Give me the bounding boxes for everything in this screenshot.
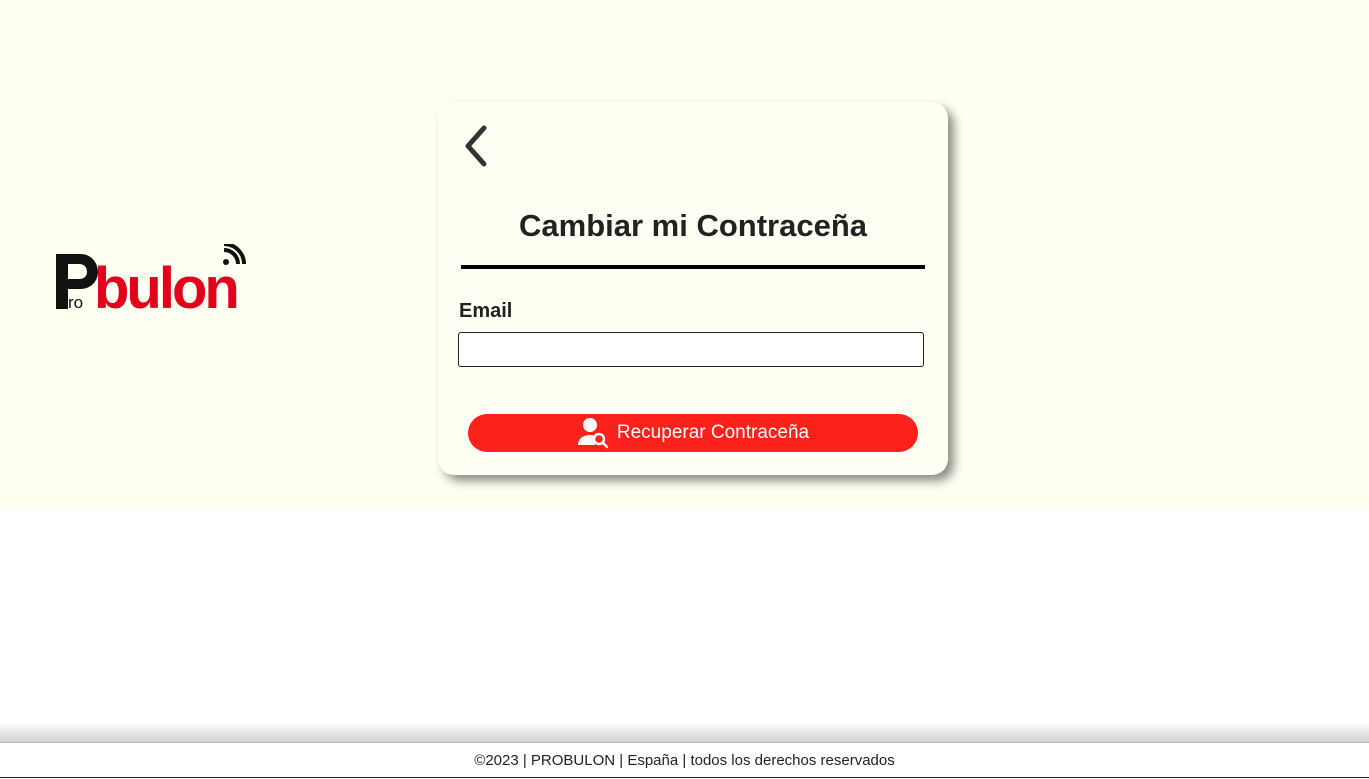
recover-password-button[interactable]: Recuperar Contraceña	[468, 414, 918, 452]
page-title: Cambiar mi Contraceña	[519, 208, 867, 243]
footer-shadow	[0, 722, 1369, 742]
recover-password-label: Recuperar Contraceña	[616, 422, 810, 443]
chevron-left-icon	[465, 125, 487, 167]
probulon-logo: ro bulon	[54, 242, 274, 321]
svg-text:bulon: bulon	[94, 256, 237, 312]
title-divider	[461, 265, 925, 269]
email-field[interactable]	[458, 332, 924, 367]
hero-section: ro bulon Cambiar mi Contraceña Email Rec…	[0, 0, 1369, 508]
change-password-card: Cambiar mi Contraceña Email Recuperar Co…	[438, 102, 948, 475]
email-label: Email	[459, 300, 513, 322]
svg-text:ro: ro	[68, 293, 83, 312]
footer-copyright: ©2023 | PROBULON | España | todos los de…	[474, 751, 895, 769]
user-search-icon	[577, 417, 609, 449]
back-button[interactable]	[458, 122, 494, 170]
footer: ©2023 | PROBULON | España | todos los de…	[0, 742, 1369, 778]
